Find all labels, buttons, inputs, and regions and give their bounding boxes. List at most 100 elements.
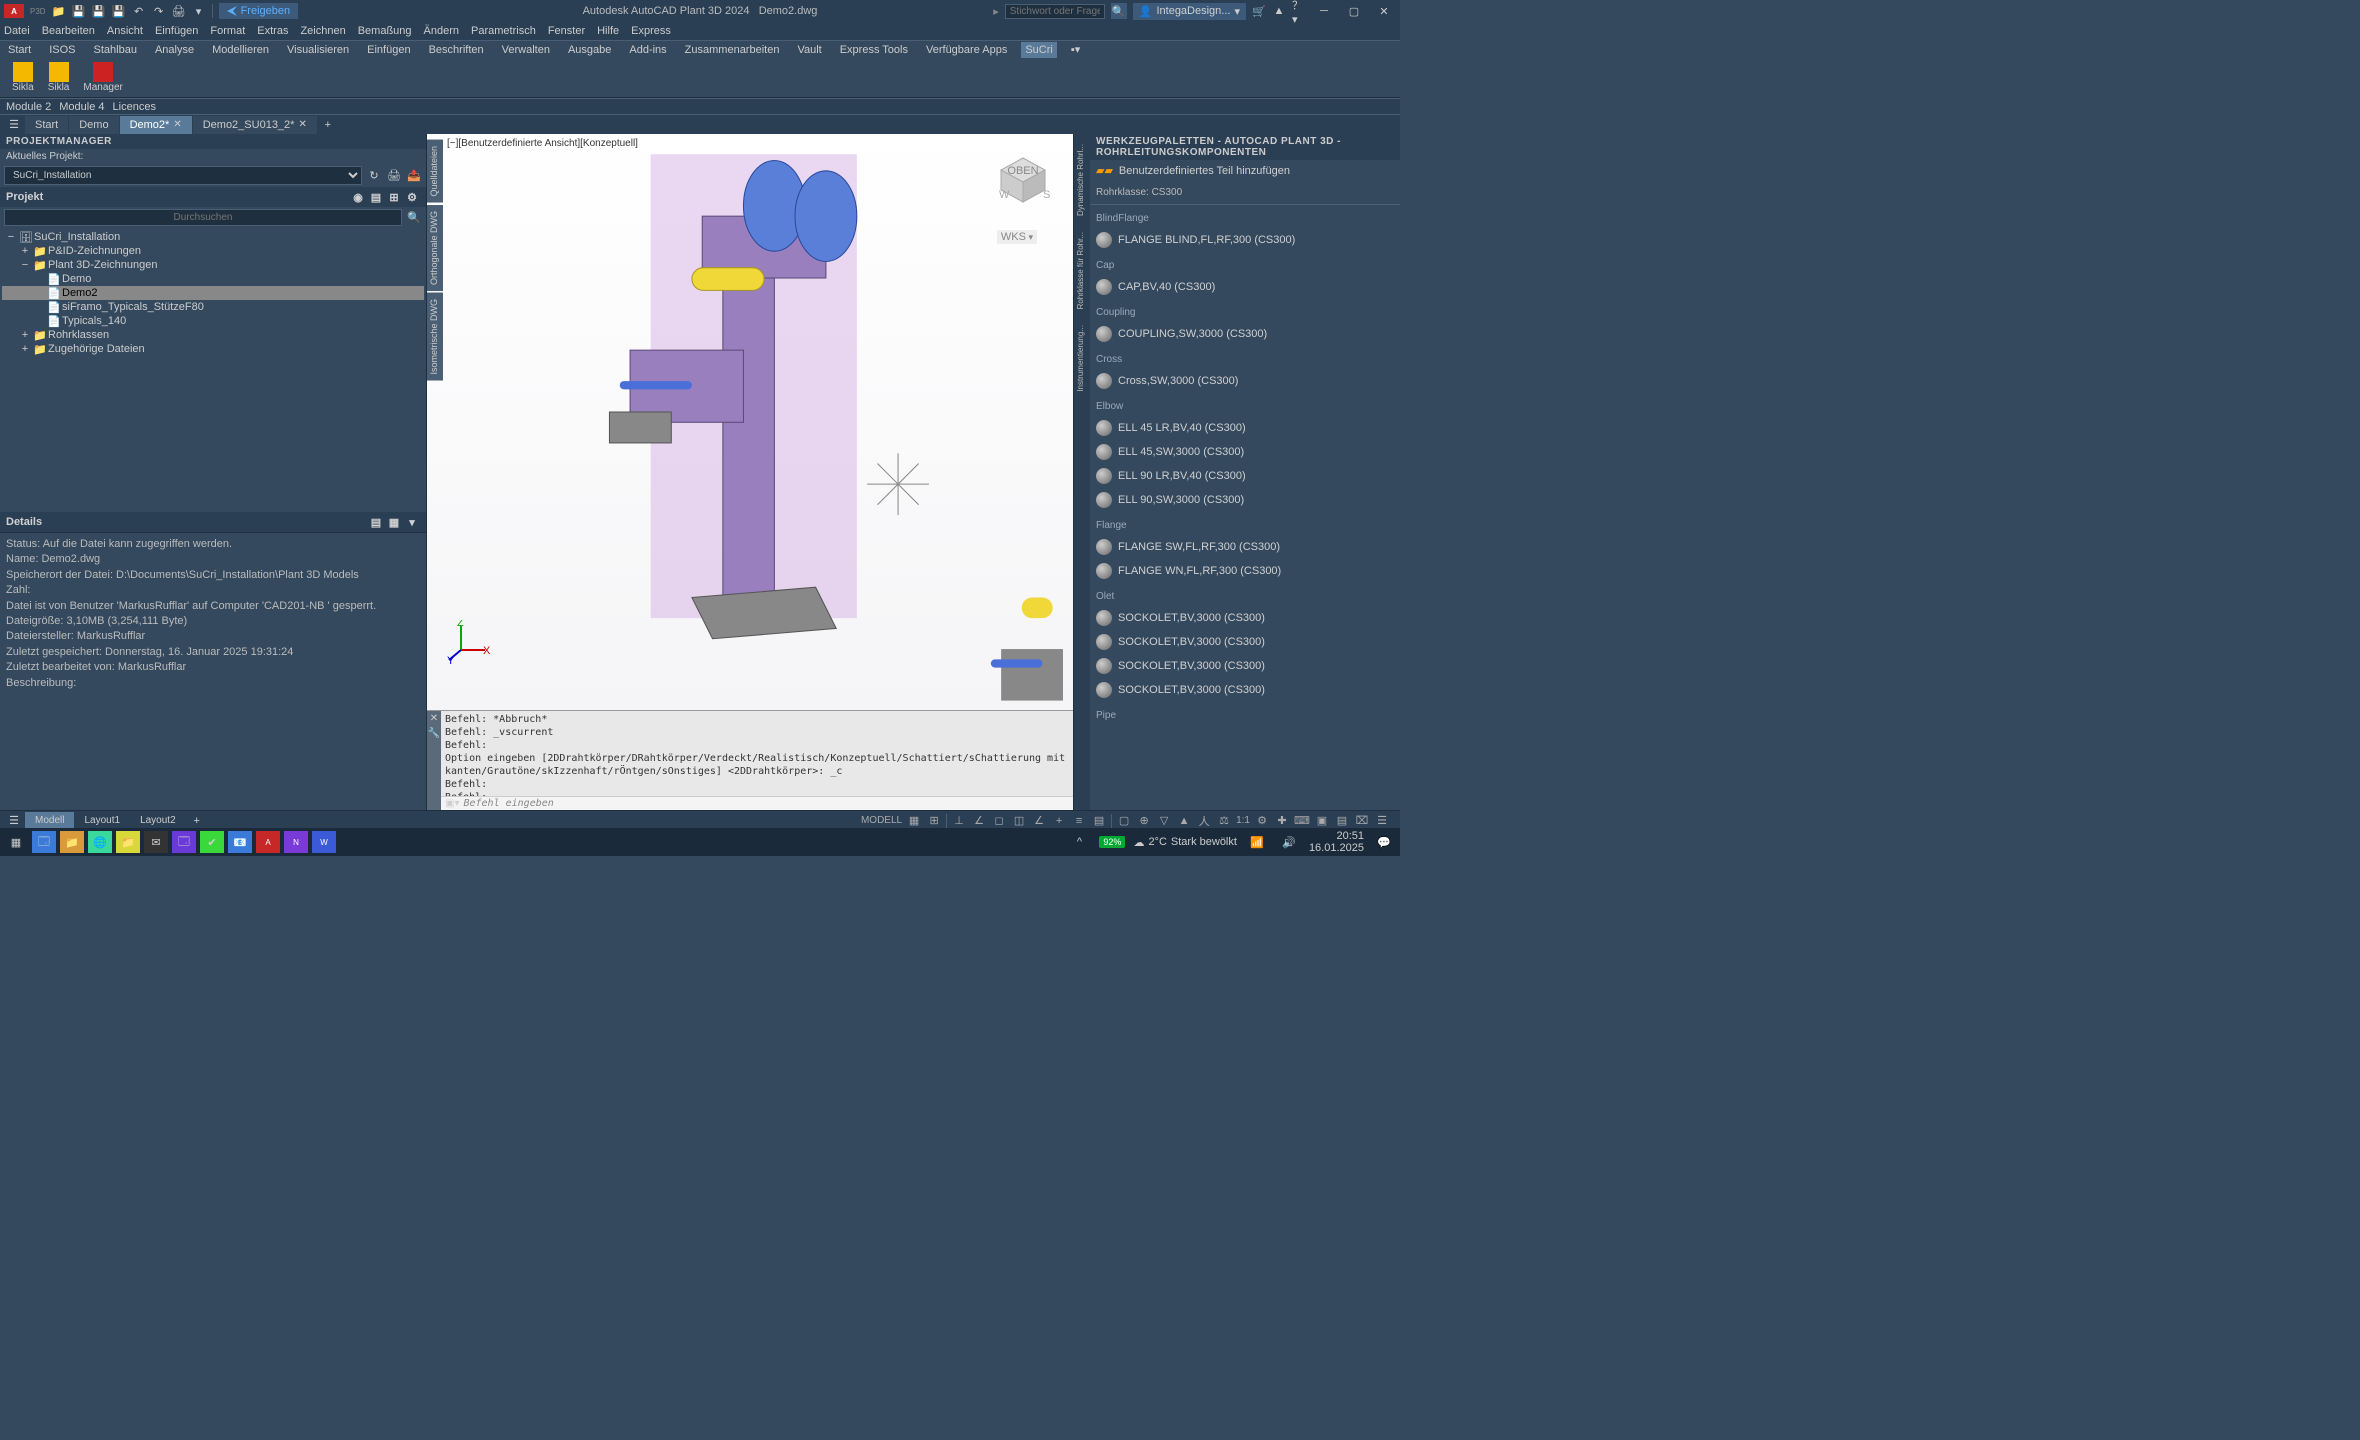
view-icon[interactable]: ◉ [350,189,366,205]
tree-toggle-icon[interactable]: + [20,245,30,257]
layout-tab-layout1[interactable]: Layout1 [74,812,130,829]
weather-widget[interactable]: ☁ 2°C Stark bewölkt [1133,836,1237,849]
add-custom-part[interactable]: ▰▰ Benutzerdefiniertes Teil hinzufügen [1090,160,1400,181]
menu-parametrisch[interactable]: Parametrisch [471,25,536,37]
ortho-icon[interactable]: ⊥ [951,813,967,829]
ribbon-tab-isos[interactable]: ISOS [45,42,79,58]
otrack-icon[interactable]: ∠ [1031,813,1047,829]
ribbon-tab-zusammenarbeiten[interactable]: Zusammenarbeiten [681,42,784,58]
palette-item[interactable]: Cross,SW,3000 (CS300) [1090,369,1400,393]
menu-express[interactable]: Express [631,25,671,37]
doc-tab-demo2_su013_2[interactable]: Demo2_SU013_2*✕ [193,116,317,134]
details-ico3[interactable]: ▾ [404,514,420,530]
customize-icon[interactable]: ☰ [1374,813,1390,829]
ann3-icon[interactable]: ⚖ [1216,813,1232,829]
3dosnap-icon[interactable]: ◫ [1011,813,1027,829]
layout-tab-layout2[interactable]: Layout2 [130,812,186,829]
ribbon-tab-einfügen[interactable]: Einfügen [363,42,414,58]
tb-task11[interactable]: W [312,831,336,853]
palette-item[interactable]: CAP,BV,40 (CS300) [1090,275,1400,299]
save-icon[interactable]: 💾 [72,4,86,18]
cmd-close-icon[interactable]: ✕ [430,713,438,724]
menu-datei[interactable]: Datei [4,25,30,37]
tb-task1[interactable]: 🗔 [32,831,56,853]
tree-toggle-icon[interactable]: + [20,343,30,355]
menu-ansicht[interactable]: Ansicht [107,25,143,37]
menu-fenster[interactable]: Fenster [548,25,585,37]
command-input[interactable]: Befehl eingeben [463,798,1069,809]
palette-item[interactable]: ELL 45 LR,BV,40 (CS300) [1090,416,1400,440]
tray-net-icon[interactable]: 📶 [1245,831,1269,853]
tree-item[interactable]: +📁P&ID-Zeichnungen [2,244,424,258]
notifications-icon[interactable]: 💬 [1372,831,1396,853]
add-tab-button[interactable]: + [318,117,338,133]
units-icon[interactable]: ⌨ [1294,813,1310,829]
panel-label[interactable]: Module 4 [59,101,104,113]
help-icon[interactable]: ？▾ [1292,4,1306,18]
help-search-input[interactable] [1005,4,1105,19]
tree-item[interactable]: +📁Rohrklassen [2,328,424,342]
palette-item[interactable]: SOCKOLET,BV,3000 (CS300) [1090,630,1400,654]
cmd-wrench-icon[interactable]: 🔧 [428,728,440,739]
tray-vol-icon[interactable]: 🔊 [1277,831,1301,853]
palette-item[interactable]: SOCKOLET,BV,3000 (CS300) [1090,606,1400,630]
viewport[interactable]: Quelldateien Orthogonale DWG Isometrische … [427,134,1073,810]
cart-icon[interactable]: 🛒 [1252,4,1266,18]
taskbar-app-icon[interactable]: ▦ [4,831,28,853]
viewport-side-tab[interactable]: Isometrische DWG [427,293,443,381]
ribbon-tab-stahlbau[interactable]: Stahlbau [90,42,141,58]
polar-icon[interactable]: ∠ [971,813,987,829]
ribbon-tab-visualisieren[interactable]: Visualisieren [283,42,353,58]
tb-task4[interactable]: 📁 [116,831,140,853]
saveall-icon[interactable]: 💾 [92,4,106,18]
close-tab-icon[interactable]: ✕ [298,119,306,130]
tb-task7[interactable]: ✔ [200,831,224,853]
export-icon[interactable]: 📤 [406,168,422,184]
ws-icon[interactable]: ▢ [1116,813,1132,829]
ribbon-tab-modellieren[interactable]: Modellieren [208,42,273,58]
tree-toggle-icon[interactable]: − [20,259,30,271]
palette-item[interactable]: FLANGE WN,FL,RF,300 (CS300) [1090,559,1400,583]
panel-label[interactable]: Licences [113,101,156,113]
ribbon-tab-beschriften[interactable]: Beschriften [425,42,488,58]
tb-task8[interactable]: 📧 [228,831,252,853]
snap-icon[interactable]: ⊞ [926,813,942,829]
ribbon-tab-verfügbare-apps[interactable]: Verfügbare Apps [922,42,1011,58]
settings-icon[interactable]: ⚙ [404,189,420,205]
layout-hamburger-icon[interactable]: ☰ [4,813,24,829]
viewport-side-tab[interactable]: Orthogonale DWG [427,205,443,291]
filter-icon[interactable]: ▽ [1156,813,1172,829]
viewport-canvas[interactable]: [−][Benutzerdefinierte Ansicht][Konzeptu… [427,134,1073,710]
tb-task2[interactable]: 📁 [60,831,84,853]
model-label[interactable]: MODELL [861,813,902,829]
tree-icon[interactable]: ⊞ [386,189,402,205]
tb-task3[interactable]: 🌐 [88,831,112,853]
plus-icon[interactable]: ✚ [1274,813,1290,829]
dyn-icon[interactable]: + [1051,813,1067,829]
clean-icon[interactable]: ⌧ [1354,813,1370,829]
add-layout-button[interactable]: + [187,813,207,829]
hamburger-icon[interactable]: ☰ [4,117,24,133]
redo-icon[interactable]: ↷ [152,4,166,18]
tree-toggle-icon[interactable]: − [6,231,16,243]
gizmo-icon[interactable]: ⊕ [1136,813,1152,829]
menu-format[interactable]: Format [210,25,245,37]
palette-item[interactable]: ELL 90,SW,3000 (CS300) [1090,488,1400,512]
gear-icon[interactable]: ⚙ [1254,813,1270,829]
doc-tab-start[interactable]: Start [25,116,68,134]
chevron-down-icon[interactable]: ▾ [192,4,206,18]
osnap-icon[interactable]: ◻ [991,813,1007,829]
viewport-side-tab[interactable]: Quelldateien [427,140,443,203]
tb-task10[interactable]: N [284,831,308,853]
io-icon[interactable]: ▣ [1314,813,1330,829]
scale-label[interactable]: 1:1 [1236,813,1250,829]
menu-bearbeiten[interactable]: Bearbeiten [42,25,95,37]
grid-icon[interactable]: ▦ [906,813,922,829]
project-select[interactable]: SuCri_Installation [4,166,362,185]
menu-ändern[interactable]: Ändern [424,25,459,37]
folder-open-icon[interactable]: 📁 [52,4,66,18]
app-logo[interactable]: A [4,4,24,18]
tb-task6[interactable]: 🗔 [172,831,196,853]
ribbon-btn-sikla[interactable]: Sikla [6,60,40,95]
menu-zeichnen[interactable]: Zeichnen [300,25,345,37]
